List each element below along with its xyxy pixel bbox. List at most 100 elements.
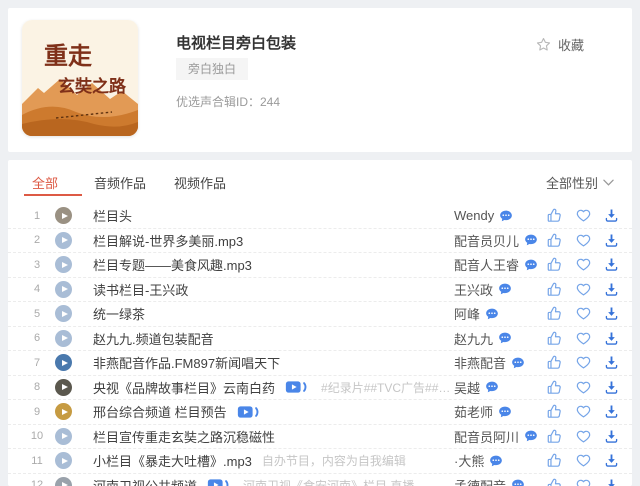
like-button[interactable]	[546, 428, 563, 445]
download-button[interactable]	[603, 207, 620, 224]
heart-button[interactable]	[575, 256, 592, 273]
like-button[interactable]	[546, 452, 563, 469]
heart-button[interactable]	[575, 403, 592, 420]
like-button[interactable]	[546, 305, 563, 322]
author-name[interactable]: 王兴政	[454, 280, 493, 299]
download-button[interactable]	[603, 281, 620, 298]
like-button[interactable]	[546, 207, 563, 224]
chat-bubble-icon[interactable]	[524, 429, 538, 443]
download-button[interactable]	[603, 477, 620, 486]
download-button[interactable]	[603, 428, 620, 445]
play-button[interactable]	[55, 280, 72, 298]
author-name[interactable]: 阿峰	[454, 304, 480, 323]
heart-button[interactable]	[575, 379, 592, 396]
author-name[interactable]: 孟德配音	[454, 476, 506, 486]
like-button[interactable]	[546, 232, 563, 249]
heart-button[interactable]	[575, 452, 592, 469]
chat-bubble-icon[interactable]	[485, 380, 499, 394]
chat-bubble-icon[interactable]	[498, 282, 512, 296]
row-actions	[546, 403, 620, 420]
author-cell: 王兴政	[454, 280, 546, 299]
like-button[interactable]	[546, 403, 563, 420]
like-button[interactable]	[546, 256, 563, 273]
heart-button[interactable]	[575, 305, 592, 322]
track-list-card: 全部 音频作品 视频作品 全部性别 1 栏目头 Wendy 2 栏目解说-世界多…	[8, 160, 632, 486]
play-button[interactable]	[55, 207, 72, 225]
download-button[interactable]	[603, 354, 620, 371]
download-button[interactable]	[603, 256, 620, 273]
author-name[interactable]: 配音人王睿	[454, 255, 519, 274]
heart-button[interactable]	[575, 330, 592, 347]
track-title[interactable]: 邢台综合频道 栏目预告	[93, 402, 227, 421]
track-title[interactable]: 非燕配音作品.FM897新闻唱天下	[93, 353, 280, 372]
play-button[interactable]	[55, 305, 72, 323]
chat-bubble-icon[interactable]	[485, 307, 499, 321]
heart-button[interactable]	[575, 281, 592, 298]
track-row: 10 栏目宣传重走玄奘之路沉稳磁性 配音员阿川	[8, 425, 632, 449]
heart-button[interactable]	[575, 354, 592, 371]
track-row: 6 赵九九.频道包装配音 赵九九	[8, 327, 632, 351]
row-actions	[546, 207, 620, 224]
download-button[interactable]	[603, 379, 620, 396]
tab-all[interactable]: 全部	[32, 173, 58, 192]
tab-video-works[interactable]: 视频作品	[174, 173, 226, 192]
author-name[interactable]: 吴越	[454, 378, 480, 397]
track-title[interactable]: 央视《品牌故事栏目》云南白药	[93, 378, 275, 397]
chat-bubble-icon[interactable]	[489, 454, 503, 468]
play-button[interactable]	[55, 427, 72, 445]
chat-bubble-icon[interactable]	[499, 209, 513, 223]
download-button[interactable]	[603, 452, 620, 469]
track-main: 栏目头	[93, 206, 454, 225]
download-button[interactable]	[603, 305, 620, 322]
author-name[interactable]: Wendy	[454, 208, 494, 223]
play-button[interactable]	[55, 452, 72, 470]
chat-bubble-icon[interactable]	[524, 233, 538, 247]
author-name[interactable]: 配音员贝儿	[454, 231, 519, 250]
track-title[interactable]: 小栏目《暴走大吐槽》.mp3	[93, 451, 252, 470]
play-button[interactable]	[55, 378, 72, 396]
track-title[interactable]: 赵九九.频道包装配音	[93, 329, 214, 348]
download-button[interactable]	[603, 330, 620, 347]
track-title[interactable]: 读书栏目-王兴政	[93, 280, 188, 299]
track-title[interactable]: 栏目头	[93, 206, 132, 225]
row-actions	[546, 305, 620, 322]
play-button[interactable]	[55, 403, 72, 421]
heart-button[interactable]	[575, 232, 592, 249]
like-button[interactable]	[546, 354, 563, 371]
chat-bubble-icon[interactable]	[498, 331, 512, 345]
gender-filter-dropdown[interactable]: 全部性别	[546, 173, 614, 192]
chat-bubble-icon[interactable]	[524, 258, 538, 272]
track-title[interactable]: 河南卫视公共频道	[93, 476, 197, 486]
download-button[interactable]	[603, 232, 620, 249]
track-title[interactable]: 栏目宣传重走玄奘之路沉稳磁性	[93, 427, 275, 446]
tab-audio-works[interactable]: 音频作品	[94, 173, 146, 192]
heart-button[interactable]	[575, 428, 592, 445]
author-name[interactable]: 配音员阿川	[454, 427, 519, 446]
heart-button[interactable]	[575, 207, 592, 224]
favorite-album-button[interactable]: 收藏	[535, 35, 584, 54]
author-name[interactable]: 茹老师	[454, 402, 493, 421]
play-button[interactable]	[55, 256, 72, 274]
track-title[interactable]: 统一绿茶	[93, 304, 145, 323]
like-button[interactable]	[546, 477, 563, 486]
author-name[interactable]: 非燕配音	[454, 353, 506, 372]
author-name[interactable]: ·大熊	[454, 451, 484, 470]
track-title[interactable]: 栏目专题——美食风趣.mp3	[93, 255, 252, 274]
heart-button[interactable]	[575, 477, 592, 486]
like-button[interactable]	[546, 379, 563, 396]
chat-bubble-icon[interactable]	[498, 405, 512, 419]
play-button[interactable]	[55, 476, 72, 486]
download-button[interactable]	[603, 403, 620, 420]
like-button[interactable]	[546, 281, 563, 298]
play-button[interactable]	[55, 231, 72, 249]
album-cover-art[interactable]: 重走 玄奘之路	[22, 20, 138, 136]
chat-bubble-icon[interactable]	[511, 478, 525, 486]
track-title[interactable]: 栏目解说-世界多美丽.mp3	[93, 231, 243, 250]
author-cell: ·大熊	[454, 451, 546, 470]
chat-bubble-icon[interactable]	[511, 356, 525, 370]
author-name[interactable]: 赵九九	[454, 329, 493, 348]
play-button[interactable]	[55, 329, 72, 347]
cover-title-line1: 重走	[44, 41, 92, 70]
like-button[interactable]	[546, 330, 563, 347]
play-button[interactable]	[55, 354, 72, 372]
